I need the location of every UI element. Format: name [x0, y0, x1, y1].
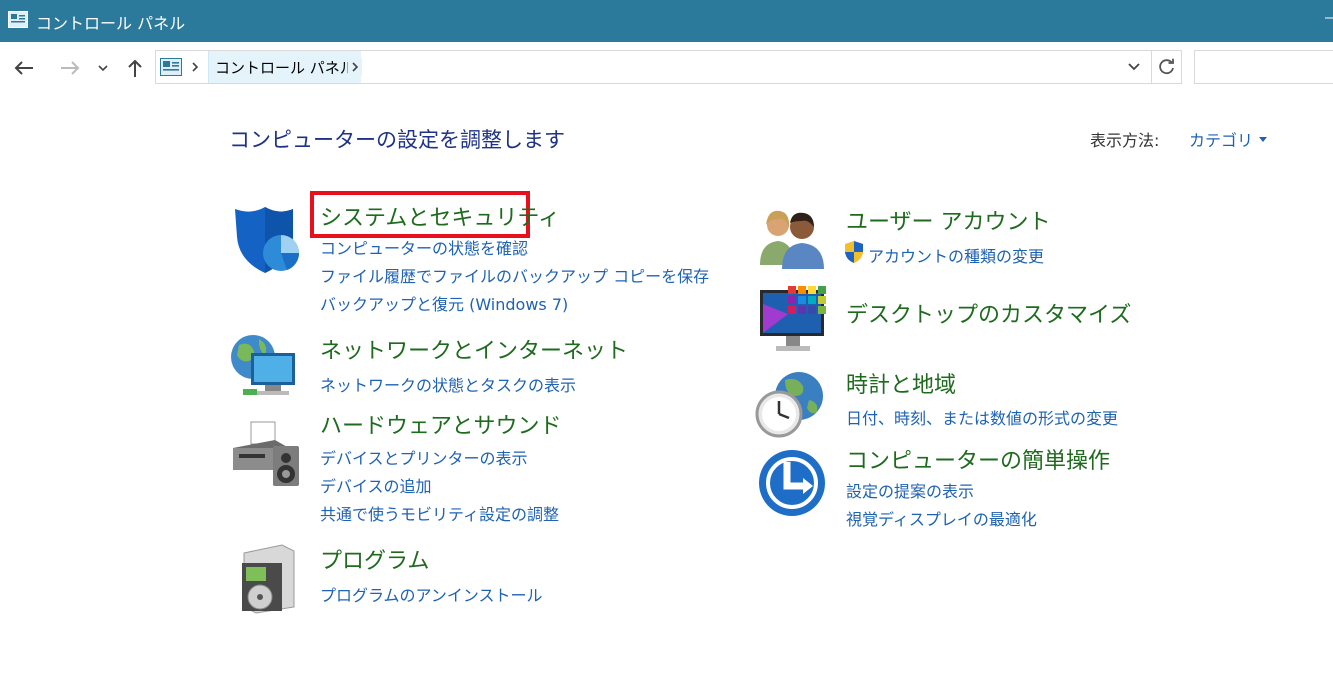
- recent-locations-button[interactable]: [92, 55, 114, 81]
- category-system-security[interactable]: システムとセキュリティ: [320, 200, 560, 232]
- link-devices-printers[interactable]: デバイスとプリンターの表示: [320, 445, 528, 469]
- control-panel-icon: [160, 58, 182, 76]
- category-hardware-sound[interactable]: ハードウェアとサウンド: [320, 408, 562, 440]
- category-programs[interactable]: プログラム: [320, 543, 429, 575]
- ease-of-access-icon[interactable]: [757, 448, 829, 520]
- back-arrow-icon: [14, 61, 33, 75]
- category-clock-region[interactable]: 時計と地域: [846, 367, 956, 399]
- window-title: コントロール パネル: [36, 14, 186, 33]
- link-date-time-format[interactable]: 日付、時刻、または数値の形式の変更: [846, 405, 1118, 429]
- link-optimize-visual-display[interactable]: 視覚ディスプレイの最適化: [846, 506, 1037, 530]
- programs-icon[interactable]: [234, 543, 306, 615]
- page-title: コンピューターの設定を調整します: [229, 128, 565, 152]
- link-mobility-settings[interactable]: 共通で使うモビリティ設定の調整: [320, 501, 559, 525]
- navigation-bar: コントロール パネル: [0, 42, 1333, 92]
- link-backup-restore[interactable]: バックアップと復元 (Windows 7): [320, 291, 568, 315]
- view-by-value: カテゴリ: [1189, 131, 1254, 150]
- link-network-status[interactable]: ネットワークの状態とタスクの表示: [320, 372, 576, 396]
- network-icon[interactable]: [229, 333, 301, 405]
- link-add-device[interactable]: デバイスの追加: [320, 473, 432, 497]
- view-by-dropdown[interactable]: カテゴリ: [1189, 127, 1268, 151]
- clock-globe-icon[interactable]: [755, 368, 827, 440]
- link-file-history[interactable]: ファイル履歴でファイルのバックアップ コピーを保存: [320, 263, 709, 287]
- link-suggested-settings[interactable]: 設定の提案の表示: [846, 478, 974, 502]
- chevron-right-icon: [352, 62, 359, 72]
- forward-arrow-icon: [61, 61, 80, 75]
- breadcrumb-separator[interactable]: [348, 58, 362, 76]
- category-network-internet[interactable]: ネットワークとインターネット: [320, 333, 628, 365]
- breadcrumb-control-panel[interactable]: コントロール パネル: [208, 51, 361, 83]
- category-desktop-customization[interactable]: デスクトップのカスタマイズ: [846, 297, 1131, 329]
- address-bar[interactable]: コントロール パネル: [155, 50, 1182, 84]
- category-user-accounts[interactable]: ユーザー アカウント: [846, 204, 1051, 236]
- users-icon[interactable]: [756, 203, 828, 275]
- control-panel-icon: [8, 11, 28, 28]
- breadcrumb-separator[interactable]: [188, 58, 202, 76]
- search-input[interactable]: [1194, 50, 1333, 84]
- dropdown-arrow-icon: [1259, 136, 1268, 142]
- refresh-icon: [1158, 58, 1174, 75]
- title-bar: コントロール パネル: [0, 0, 1333, 42]
- category-ease-of-access[interactable]: コンピューターの簡単操作: [846, 443, 1110, 475]
- up-button[interactable]: [122, 55, 148, 81]
- uac-shield-icon: [845, 241, 863, 263]
- up-arrow-icon: [128, 59, 142, 77]
- link-uninstall-program[interactable]: プログラムのアンインストール: [320, 582, 543, 606]
- address-history-button[interactable]: [1123, 56, 1145, 78]
- chevron-down-icon: [98, 65, 108, 72]
- link-check-computer-status[interactable]: コンピューターの状態を確認: [320, 235, 528, 259]
- shield-icon[interactable]: [229, 203, 301, 275]
- chevron-down-icon: [1128, 63, 1140, 71]
- link-change-account-type[interactable]: アカウントの種類の変更: [868, 243, 1044, 267]
- view-by-label: 表示方法:: [1090, 131, 1160, 150]
- minimize-button[interactable]: [1321, 8, 1333, 28]
- forward-button[interactable]: [57, 55, 83, 81]
- printer-icon[interactable]: [229, 418, 301, 490]
- chevron-right-icon: [192, 62, 199, 72]
- back-button[interactable]: [11, 55, 37, 81]
- desktop-icon[interactable]: [758, 284, 830, 356]
- refresh-button[interactable]: [1151, 51, 1181, 83]
